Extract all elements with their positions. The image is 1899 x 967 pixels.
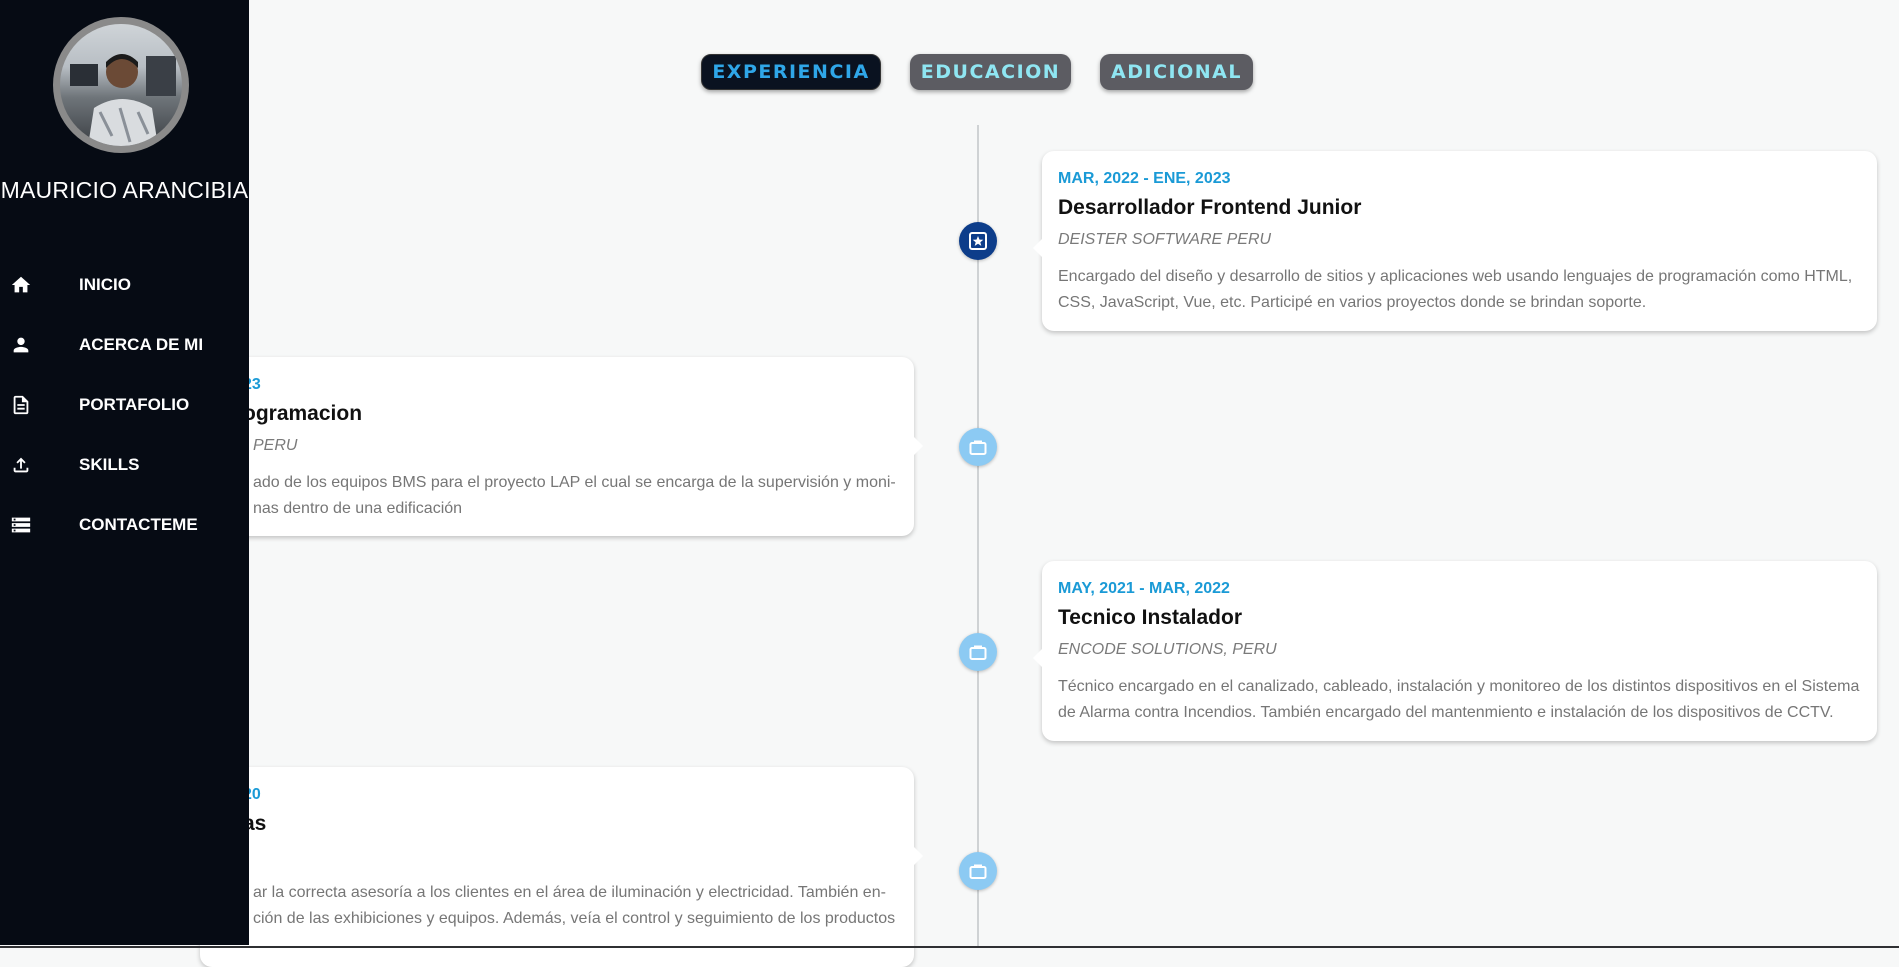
sidebar-item-portafolio[interactable]: PORTAFOLIO [0,384,249,424]
sidebar-item-label: CONTACTEME [79,515,198,534]
card-company: ENCODE SOLUTIONS, PERU [1058,641,1277,658]
card-desc-line: ción de las exhibiciones y equipos. Adem… [253,910,896,927]
timeline-card: MAR, 2022 - ENE, 2023 Desarrollador Fron… [1033,151,1877,331]
briefcase-icon [959,852,997,890]
storage-icon [11,517,31,533]
card-desc-line: CSS, JavaScript, Vue, etc. Participé en … [1058,294,1647,311]
timeline-card: 20 as ar la correcta asesoría a los clie… [200,767,923,967]
section-tabs: EXPERIENCIA EDUCACION ADICIONAL [0,54,1899,90]
sidebar-item-label: SKILLS [79,455,140,474]
card-desc-line: Técnico encargado en el canalizado, cabl… [1058,678,1860,695]
sidebar-item-skills[interactable]: SKILLS [0,444,249,484]
person-icon [13,337,29,353]
card-company: PERU [253,437,298,454]
card-desc-line: ar la correcta asesoría a los clientes e… [253,884,886,901]
briefcase-icon [959,633,997,671]
card-desc-line: Encargado del diseño y desarrollo de sit… [1058,268,1853,285]
card-description: Técnico encargado en el canalizado, cabl… [1058,674,1868,726]
home-icon [11,276,31,293]
sidebar-item-contacteme[interactable]: CONTACTEME [0,504,249,544]
card-title: ogramacion [243,402,363,425]
timeline-card: 23 ogramacion PERU ado de los equipos BM… [200,357,923,536]
sidebar-item-inicio[interactable]: INICIO [0,264,249,304]
card-desc-line: de Alarma contra Incendios. También enca… [1058,704,1834,721]
card-desc-line: ado de los equipos BMS para el proyecto … [253,474,896,491]
card-date: MAY, 2021 - MAR, 2022 [1058,580,1230,597]
user-name: MAURICIO ARANCIBIA [0,177,249,203]
card-title: Desarrollador Frontend Junior [1058,196,1362,219]
avatar[interactable] [53,17,189,153]
card-title: Tecnico Instalador [1058,606,1242,629]
card-company: DEISTER SOFTWARE PERU [1058,231,1272,248]
profile-photo [60,24,182,146]
tab-experiencia[interactable]: EXPERIENCIA [701,54,881,90]
sidebar-item-label: ACERCA DE MI [79,335,204,354]
card-description: ar la correcta asesoría a los clientes e… [253,880,908,932]
tab-adicional[interactable]: ADICIONAL [1100,54,1253,90]
card-description: Encargado del diseño y desarrollo de sit… [1058,264,1868,316]
card-description: ado de los equipos BMS para el proyecto … [253,470,908,522]
upload-icon [13,457,29,473]
document-icon [13,395,29,415]
star-badge-icon [959,222,997,260]
sidebar-item-label: PORTAFOLIO [79,395,190,414]
briefcase-icon [959,428,997,466]
tab-educacion[interactable]: EDUCACION [910,54,1071,90]
sidebar: MAURICIO ARANCIBIA INICIO ACERCA DE MI P… [0,0,249,945]
card-date: MAR, 2022 - ENE, 2023 [1058,170,1231,187]
card-desc-line: nas dentro de una edificación [253,500,463,517]
sidebar-item-acerca-de-mi[interactable]: ACERCA DE MI [0,324,249,364]
sidebar-item-label: INICIO [79,275,131,294]
timeline-card: MAY, 2021 - MAR, 2022 Tecnico Instalador… [1033,561,1877,741]
